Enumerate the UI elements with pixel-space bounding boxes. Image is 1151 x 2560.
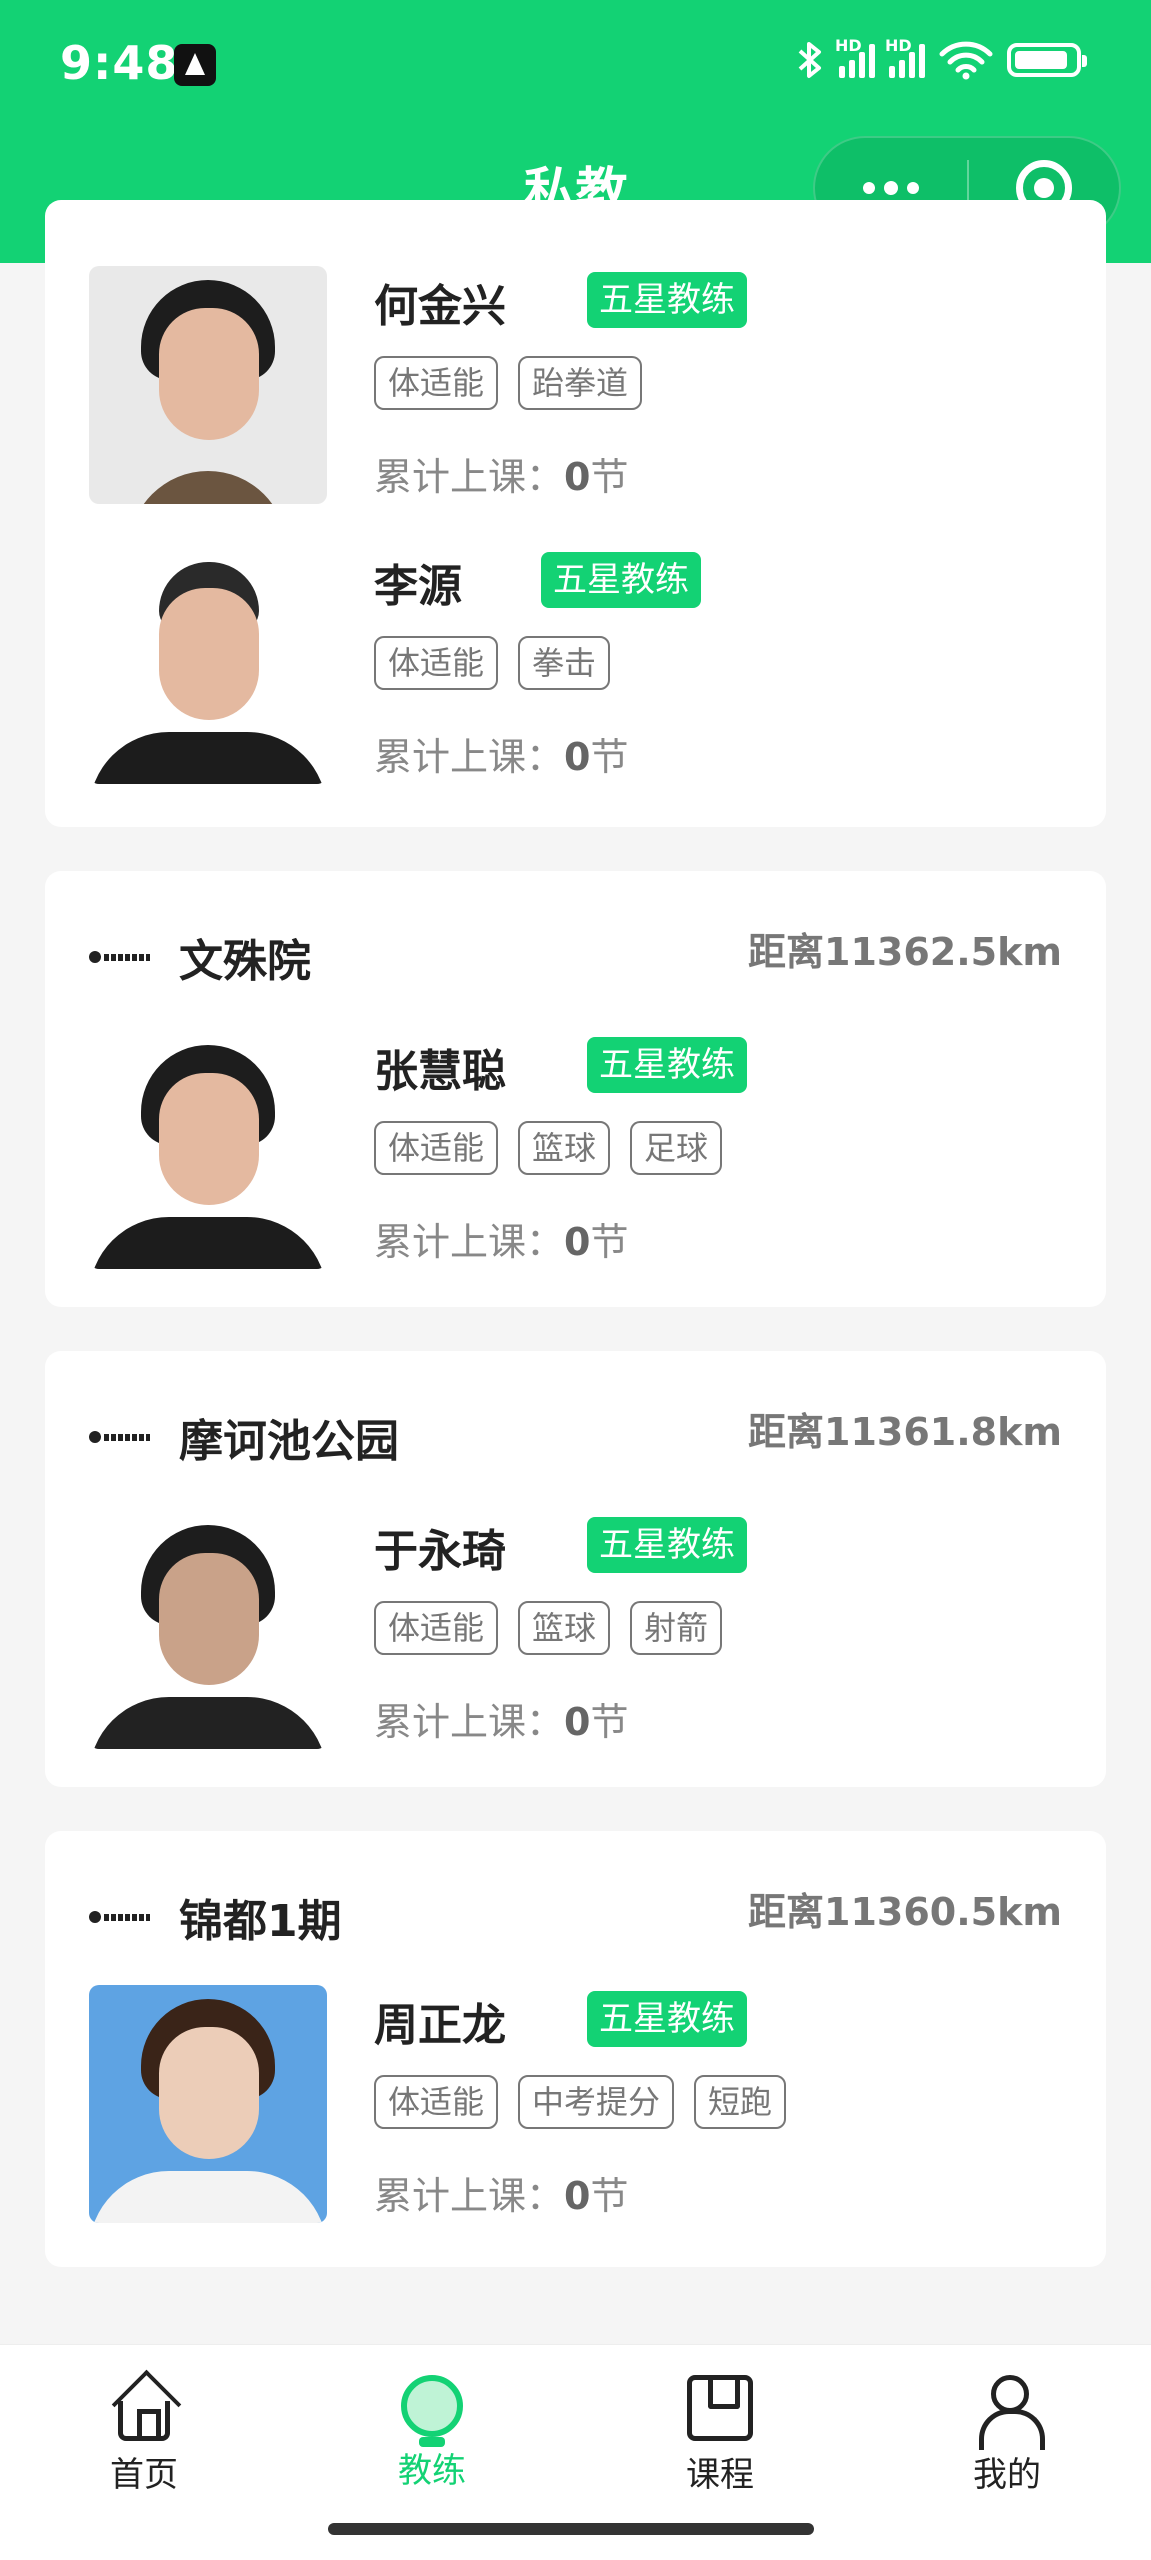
coach-tag: 射箭 [630, 1601, 723, 1655]
status-icons: HD HD [795, 36, 1087, 80]
coach-item[interactable]: 于永琦 五星教练 体适能 篮球 射箭 累计上课：0节 [89, 1511, 1079, 1751]
coach-name: 何金兴 [374, 281, 506, 332]
lesson-count-value: 0 [564, 1700, 591, 1744]
venue-card[interactable]: 文殊院 距离11362.5km 张慧聪 五星教练 体适能 篮球 足球 累计上课：… [45, 871, 1106, 1307]
hd-label-2: HD [885, 36, 912, 55]
coach-level-badge: 五星教练 [587, 272, 747, 328]
venue-name: 锦都1期 [179, 1896, 342, 1947]
wifi-icon [939, 41, 993, 80]
lesson-count-unit: 节 [590, 1220, 629, 1264]
coach-tags: 体适能 篮球 足球 [374, 1121, 723, 1175]
home-icon [118, 2401, 170, 2441]
lesson-count-label: 累计上课： [374, 1700, 565, 1744]
lesson-count: 累计上课：0节 [374, 446, 628, 501]
coach-photo [89, 546, 327, 784]
coach-level-badge: 五星教练 [587, 1991, 747, 2047]
lesson-count-value: 0 [564, 2174, 591, 2218]
coach-tag: 体适能 [374, 1601, 499, 1655]
battery-icon [1007, 43, 1087, 77]
coach-tag: 体适能 [374, 2075, 499, 2129]
lesson-count-label: 累计上课： [374, 1220, 565, 1264]
lesson-count: 累计上课：0节 [374, 726, 628, 781]
status-time: 9:48 [60, 36, 179, 90]
hd-label-1: HD [835, 36, 862, 55]
venue-name: 文殊院 [179, 936, 311, 987]
coach-name: 李源 [374, 561, 462, 612]
tab-label: 教练 [398, 2451, 466, 2491]
course-icon [687, 2375, 753, 2441]
lesson-count-unit: 节 [590, 735, 629, 779]
coach-name: 周正龙 [374, 2000, 506, 2051]
venue-header: 锦都1期 [89, 1885, 342, 1949]
coach-photo [89, 1031, 327, 1269]
coach-name: 张慧聪 [374, 1046, 506, 1097]
venue-header: 文殊院 [89, 925, 311, 989]
tab-me[interactable]: 我的 [907, 2375, 1107, 2496]
coach-level-badge: 五星教练 [587, 1037, 747, 1093]
venue-card: 何金兴 五星教练 体适能 跆拳道 累计上课：0节 李源 五星教练 体适能 拳击 … [45, 200, 1106, 827]
coach-level-badge: 五星教练 [587, 1517, 747, 1573]
bluetooth-icon [798, 42, 821, 78]
lesson-count-label: 累计上课： [374, 455, 565, 499]
venue-logo-icon [89, 1907, 151, 1927]
coach-tag: 短跑 [694, 2075, 787, 2129]
tab-course[interactable]: 课程 [620, 2375, 820, 2496]
coach-photo [89, 1511, 327, 1749]
notification-app-icon [174, 44, 216, 86]
lesson-count-value: 0 [564, 735, 591, 779]
coach-tag: 拳击 [518, 636, 611, 690]
coach-tag: 篮球 [518, 1601, 611, 1655]
tab-label: 课程 [686, 2455, 754, 2495]
venue-distance: 距离11360.5km [748, 1890, 1062, 1934]
venue-name: 摩诃池公园 [179, 1416, 399, 1467]
coach-tag: 跆拳道 [518, 356, 643, 410]
coach-tag: 篮球 [518, 1121, 611, 1175]
lesson-count: 累计上课：0节 [374, 1211, 628, 1266]
venue-card[interactable]: 摩诃池公园 距离11361.8km 于永琦 五星教练 体适能 篮球 射箭 累计上… [45, 1351, 1106, 1787]
venue-header: 摩诃池公园 [89, 1405, 399, 1469]
home-indicator[interactable] [328, 2523, 814, 2535]
venue-card[interactable]: 锦都1期 距离11360.5km 周正龙 五星教练 体适能 中考提分 短跑 累计… [45, 1831, 1106, 2267]
coach-tag: 体适能 [374, 356, 499, 410]
coach-tag: 体适能 [374, 636, 499, 690]
bulb-icon [401, 2375, 463, 2447]
venue-distance: 距离11362.5km [748, 930, 1062, 974]
coach-tags: 体适能 跆拳道 [374, 356, 643, 410]
coach-photo [89, 1985, 327, 2223]
lesson-count-value: 0 [564, 455, 591, 499]
coach-tag: 中考提分 [518, 2075, 675, 2129]
coach-level-badge: 五星教练 [541, 552, 701, 608]
coach-tags: 体适能 中考提分 短跑 [374, 2075, 787, 2129]
tab-label: 首页 [110, 2455, 178, 2495]
coach-tag: 足球 [630, 1121, 723, 1175]
lesson-count-unit: 节 [590, 455, 629, 499]
coach-item[interactable]: 李源 五星教练 体适能 拳击 累计上课：0节 [89, 546, 1079, 786]
lesson-count: 累计上课：0节 [374, 2165, 628, 2220]
coach-photo [89, 266, 327, 504]
venue-distance: 距离11361.8km [748, 1410, 1062, 1454]
lesson-count-label: 累计上课： [374, 735, 565, 779]
coach-tags: 体适能 篮球 射箭 [374, 1601, 723, 1655]
lesson-count: 累计上课：0节 [374, 1691, 628, 1746]
tab-coach[interactable]: 教练 [332, 2375, 532, 2492]
lesson-count-unit: 节 [590, 2174, 629, 2218]
person-icon [974, 2375, 1045, 2450]
venue-logo-icon [89, 947, 151, 967]
coach-tag: 体适能 [374, 1121, 499, 1175]
coach-name: 于永琦 [374, 1526, 506, 1577]
coach-item[interactable]: 张慧聪 五星教练 体适能 篮球 足球 累计上课：0节 [89, 1031, 1079, 1271]
lesson-count-label: 累计上课： [374, 2174, 565, 2218]
coach-item[interactable]: 何金兴 五星教练 体适能 跆拳道 累计上课：0节 [89, 266, 1079, 506]
lesson-count-value: 0 [564, 1220, 591, 1264]
coach-tags: 体适能 拳击 [374, 636, 611, 690]
lesson-count-unit: 节 [590, 1700, 629, 1744]
signal-icon-2: HD [885, 36, 925, 78]
tab-home[interactable]: 首页 [44, 2375, 244, 2496]
coach-item[interactable]: 周正龙 五星教练 体适能 中考提分 短跑 累计上课：0节 [89, 1985, 1079, 2225]
venue-logo-icon [89, 1427, 151, 1447]
tab-label: 我的 [973, 2455, 1041, 2495]
signal-icon-1: HD [835, 36, 875, 78]
